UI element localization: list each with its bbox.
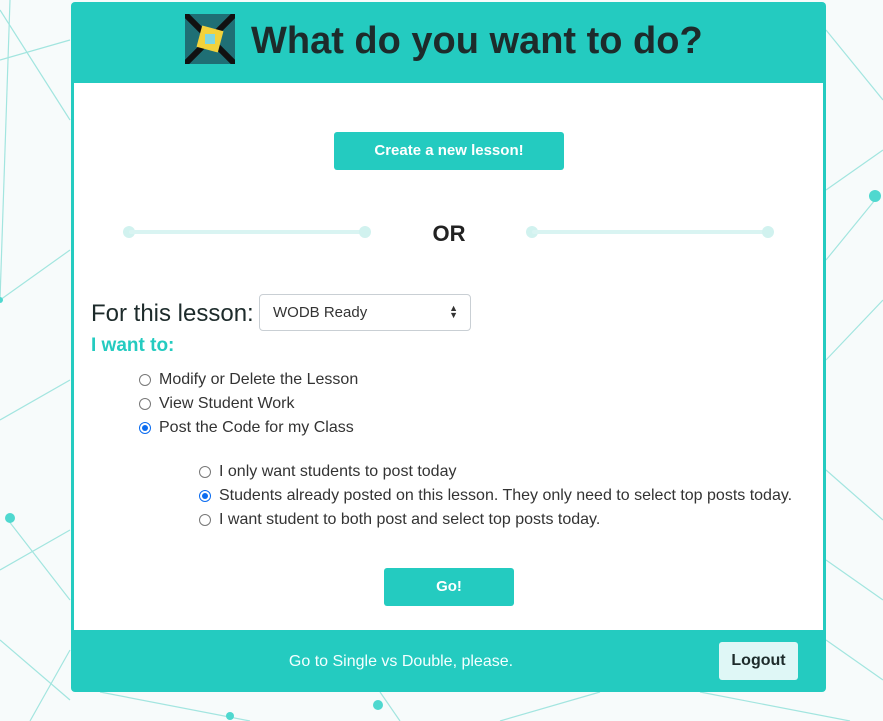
post-mode-option-label: I only want students to post today <box>219 463 457 480</box>
puzzle-hands-logo-icon <box>185 14 235 64</box>
radio-button[interactable] <box>139 374 151 386</box>
post-mode-option[interactable]: Students already posted on this lesson. … <box>199 485 792 507</box>
divider-line-right <box>532 230 768 234</box>
go-button[interactable]: Go! <box>384 568 514 606</box>
post-mode-option[interactable]: I only want students to post today <box>199 461 456 483</box>
radio-button[interactable] <box>139 422 151 434</box>
want-option-label: View Student Work <box>159 395 295 412</box>
want-option[interactable]: Modify or Delete the Lesson <box>139 369 358 391</box>
lesson-select-value: WODB Ready <box>273 304 368 321</box>
radio-button[interactable] <box>139 398 151 410</box>
divider-line-left <box>129 230 365 234</box>
post-mode-option[interactable]: I want student to both post and select t… <box>199 509 600 531</box>
want-option-label: Post the Code for my Class <box>159 419 354 436</box>
content-card: Create a new lesson! OR For this lesson:… <box>74 83 823 630</box>
radio-button[interactable] <box>199 514 211 526</box>
post-mode-option-label: Students already posted on this lesson. … <box>219 487 793 504</box>
lesson-label: For this lesson: <box>91 300 254 327</box>
logout-button[interactable]: Logout <box>719 642 798 680</box>
page-title: What do you want to do? <box>251 20 703 62</box>
want-option-label: Modify or Delete the Lesson <box>159 371 359 388</box>
select-arrows-icon: ▲ ▼ <box>449 303 458 320</box>
want-option[interactable]: Post the Code for my Class <box>139 417 354 439</box>
footer-message: Go to Single vs Double, please. <box>288 653 514 670</box>
lesson-select[interactable]: WODB Ready ▲ ▼ <box>259 294 471 331</box>
radio-button[interactable] <box>199 466 211 478</box>
want-label: I want to: <box>91 335 175 356</box>
divider-dot <box>762 226 774 238</box>
post-mode-option-label: I want student to both post and select t… <box>219 511 601 528</box>
create-lesson-button[interactable]: Create a new lesson! <box>334 132 564 170</box>
divider-dot <box>359 226 371 238</box>
or-divider-text: OR <box>432 221 466 246</box>
main-panel: What do you want to do? Create a new les… <box>71 2 826 692</box>
radio-button[interactable] <box>199 490 211 502</box>
header: What do you want to do? <box>71 2 826 82</box>
want-option[interactable]: View Student Work <box>139 393 294 415</box>
